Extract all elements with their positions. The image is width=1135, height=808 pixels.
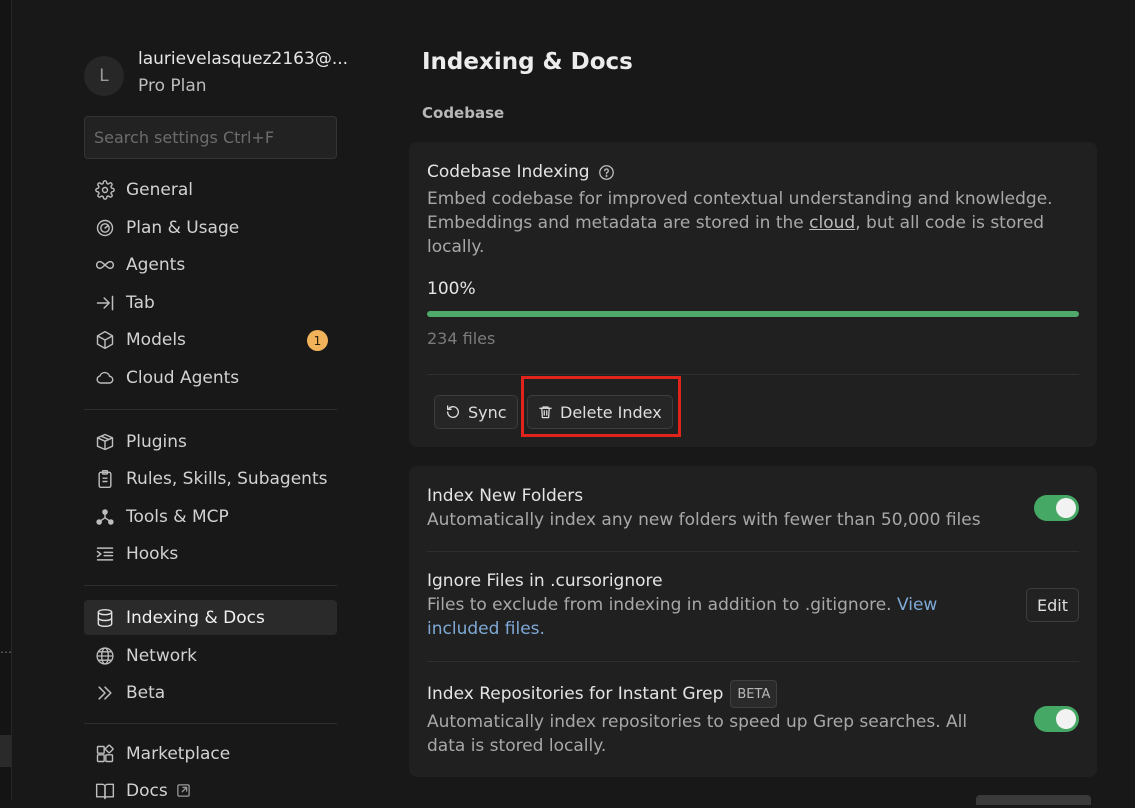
blocks-icon — [94, 743, 116, 765]
help-icon[interactable] — [598, 164, 615, 181]
index-repositories-toggle[interactable] — [1034, 706, 1079, 732]
setting-title-text: Index Repositories for Instant Grep — [427, 684, 724, 704]
database-icon — [94, 607, 116, 629]
clipboard-icon — [94, 468, 116, 490]
cloud-link[interactable]: cloud — [809, 213, 855, 233]
setting-row-repositories: Index Repositories for Instant Grep BETA… — [427, 680, 1079, 758]
bottom-element-peek — [976, 795, 1091, 805]
delete-index-button[interactable]: Delete Index — [527, 395, 673, 429]
sidebar-item-plan-usage[interactable]: Plan & Usage — [84, 210, 337, 245]
sidebar-item-label: Marketplace — [126, 743, 231, 764]
section-label: Codebase — [422, 104, 505, 122]
sidebar-item-label: Tab — [126, 292, 155, 313]
sidebar-item-cloud-agents[interactable]: Cloud Agents — [84, 360, 337, 395]
setting-title: Ignore Files in .cursorignore — [427, 571, 663, 591]
nodes-icon — [94, 506, 116, 528]
sidebar-item-marketplace[interactable]: Marketplace — [84, 736, 337, 771]
notification-badge: 1 — [307, 330, 328, 351]
refresh-icon — [445, 404, 461, 420]
left-edge-strip: ⋯ — [0, 0, 12, 800]
sidebar-divider — [84, 723, 337, 724]
sidebar-item-tab[interactable]: Tab — [84, 285, 337, 320]
sidebar-item-label: Plan & Usage — [126, 217, 240, 238]
setting-description: Automatically index repositories to spee… — [427, 712, 968, 756]
sidebar-item-label: Models — [126, 329, 186, 350]
page-title: Indexing & Docs — [422, 49, 633, 75]
file-count: 234 files — [427, 329, 496, 348]
double-chevron-icon — [94, 682, 116, 704]
gauge-icon — [94, 217, 116, 239]
gear-icon — [94, 179, 116, 201]
toggle-knob — [1056, 709, 1076, 729]
scroll-marker — [0, 735, 11, 767]
sidebar-item-label: Indexing & Docs — [126, 607, 265, 628]
sidebar-item-network[interactable]: Network — [84, 638, 337, 673]
delete-index-label: Delete Index — [560, 402, 662, 422]
index-new-folders-toggle[interactable] — [1034, 495, 1079, 521]
sidebar-item-plugins[interactable]: Plugins — [84, 424, 337, 459]
user-email: laurievelasquez2163@... — [138, 49, 349, 69]
sidebar-item-label: Plugins — [126, 431, 187, 452]
sidebar-item-general[interactable]: General — [84, 172, 337, 207]
sidebar-item-label: Beta — [126, 682, 166, 703]
user-plan: Pro Plan — [138, 76, 207, 96]
search-input[interactable] — [84, 116, 337, 159]
list-indent-icon — [94, 543, 116, 565]
card-description: Embed codebase for improved contextual u… — [427, 187, 1067, 259]
beta-badge: BETA — [730, 680, 778, 708]
sidebar-item-models[interactable]: Models 1 — [84, 322, 337, 357]
cloud-icon — [94, 367, 116, 389]
user-profile: L laurievelasquez2163@... Pro Plan — [84, 49, 348, 98]
arrow-to-line-icon — [94, 292, 116, 314]
sidebar-item-tools-mcp[interactable]: Tools & MCP — [84, 499, 337, 534]
progress-bar — [427, 311, 1079, 317]
cube-icon — [94, 329, 116, 351]
card-title: Codebase Indexing — [427, 162, 615, 182]
trash-icon — [538, 404, 553, 420]
sidebar-item-label: Network — [126, 645, 197, 666]
sidebar-item-label: Rules, Skills, Subagents — [126, 468, 328, 489]
sidebar-item-label: Tools & MCP — [126, 506, 229, 527]
sync-label: Sync — [468, 402, 507, 422]
sync-button[interactable]: Sync — [434, 395, 518, 429]
avatar: L — [84, 56, 124, 96]
edit-ignore-button[interactable]: Edit — [1026, 588, 1079, 622]
sidebar-item-beta[interactable]: Beta — [84, 675, 337, 710]
sidebar-item-label: Docs — [126, 780, 168, 801]
sidebar-item-label: Agents — [126, 254, 186, 275]
card-title-text: Codebase Indexing — [427, 162, 590, 182]
progress-percent: 100% — [427, 279, 476, 299]
card-divider — [427, 374, 1079, 375]
sidebar-divider — [84, 409, 337, 410]
more-dots-icon: ⋯ — [0, 645, 12, 659]
progress-bar-fill — [427, 311, 1079, 317]
setting-description: Files to exclude from indexing in additi… — [427, 593, 997, 641]
sidebar-item-docs[interactable]: Docs — [84, 773, 337, 808]
row-divider — [427, 661, 1079, 662]
toggle-knob — [1056, 498, 1076, 518]
setting-row-new-folders: Index New Folders Automatically index an… — [427, 486, 1079, 532]
package-icon — [94, 431, 116, 453]
sidebar-divider — [84, 585, 337, 586]
settings-sidebar: L laurievelasquez2163@... Pro Plan Gener… — [84, 0, 348, 801]
sidebar-item-label: Cloud Agents — [126, 367, 240, 388]
sidebar-item-agents[interactable]: Agents — [84, 247, 337, 282]
setting-desc-text: Files to exclude from indexing in additi… — [427, 595, 897, 615]
setting-row-ignore-files: Ignore Files in .cursorignore Files to e… — [427, 571, 1079, 641]
sidebar-item-label: Hooks — [126, 543, 179, 564]
setting-title: Index New Folders — [427, 486, 584, 506]
globe-icon — [94, 645, 116, 667]
external-link-icon — [176, 783, 191, 798]
sidebar-item-hooks[interactable]: Hooks — [84, 536, 337, 571]
sidebar-item-indexing-docs[interactable]: Indexing & Docs — [84, 600, 337, 635]
sidebar-item-label: General — [126, 179, 193, 200]
setting-title: Index Repositories for Instant Grep BETA — [427, 680, 1079, 708]
infinity-icon — [94, 254, 116, 276]
indexing-settings-card: Index New Folders Automatically index an… — [409, 466, 1097, 777]
row-divider — [427, 551, 1079, 552]
setting-description: Automatically index any new folders with… — [427, 510, 981, 530]
sidebar-item-rules[interactable]: Rules, Skills, Subagents — [84, 461, 337, 496]
book-icon — [94, 780, 116, 802]
